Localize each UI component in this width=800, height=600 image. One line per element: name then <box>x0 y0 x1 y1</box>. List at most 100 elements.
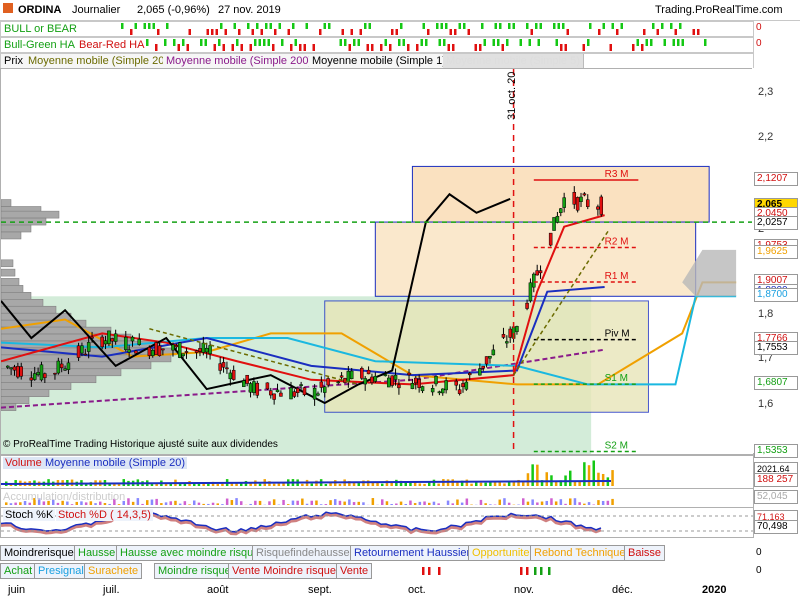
tab-ma5[interactable]: Moyenne mobile (Simple 5) <box>443 54 584 68</box>
signal-label[interactable]: Baisse <box>624 545 666 561</box>
ha-bar <box>555 39 558 46</box>
candle-body <box>454 380 458 386</box>
tab-ma200[interactable]: Moyenne mobile (Simple 200) <box>163 54 317 68</box>
signal-label[interactable]: Presignal <box>34 563 88 579</box>
signal-label[interactable]: Moindre risque <box>154 563 235 579</box>
accumulation-bar <box>564 503 567 505</box>
candle-body <box>397 384 401 389</box>
signal-label[interactable]: Vente <box>336 563 373 579</box>
accumulation-bar <box>9 503 13 505</box>
signal-mark <box>520 567 523 575</box>
signal-value: 0 <box>756 565 762 576</box>
accumulation-bar <box>536 502 539 505</box>
tab-price[interactable]: Prix <box>1 54 27 68</box>
candle-body <box>296 388 300 394</box>
accumulation-bar <box>352 502 356 505</box>
accumulation-bar <box>531 499 534 505</box>
volume-bar <box>324 483 328 486</box>
bull-bear-bar <box>454 29 457 35</box>
ha-bar <box>420 39 423 46</box>
bull-bear-bar <box>481 23 484 29</box>
candle-body <box>326 378 330 386</box>
bull-bear-bar <box>238 29 241 35</box>
accumulation-bar <box>146 500 149 505</box>
candle-body <box>103 340 108 345</box>
axis-value-label: 1,6807 <box>754 376 798 391</box>
candle-body <box>265 382 270 390</box>
candle-body <box>56 360 61 374</box>
signal-label[interactable]: Surachete <box>84 563 143 579</box>
tab-ma20[interactable]: Moyenne mobile (Simple 20) <box>25 54 173 68</box>
signal-label[interactable]: Vente Moindre risque <box>228 563 340 579</box>
candle-body <box>39 364 44 381</box>
accumulation-value: 52,045 <box>754 490 798 504</box>
signal-label[interactable]: Achat <box>0 563 37 579</box>
volume-bar <box>301 483 304 486</box>
price-chart[interactable]: R3 M R2 M R1 M Piv M S1 M S2 M <box>1 69 753 454</box>
stochastic-pane[interactable]: Stoch %K Stoch %D ( 14,3,5) <box>0 507 754 538</box>
ha-bar <box>281 39 284 46</box>
signal-label[interactable]: Opportunite <box>468 545 534 561</box>
signal-mark <box>428 567 431 575</box>
volume-pane[interactable]: Volume Moyenne mobile (Simple 20) <box>0 455 754 489</box>
ha-bear-label: Bear-Red HA <box>79 39 145 51</box>
signal-label[interactable]: Risquefindehausse <box>252 545 354 561</box>
ha-bar <box>299 44 302 51</box>
ha-bar <box>231 44 234 51</box>
signal-mark <box>540 567 543 575</box>
bull-bear-bar <box>463 23 466 29</box>
candle-body <box>86 342 91 352</box>
accumulation-bar <box>573 498 577 505</box>
volume-bar <box>536 464 539 486</box>
axis-tick: 1,6 <box>758 398 774 410</box>
ha-bar <box>213 44 216 51</box>
bull-bear-bar <box>305 23 308 29</box>
bull-bear-bar <box>697 29 700 35</box>
accumulation-bar <box>503 498 506 505</box>
accumulation-bar <box>479 499 483 505</box>
brand-link[interactable]: Trading.ProRealTime.com <box>655 4 783 16</box>
candle-body <box>322 386 327 393</box>
signal-label[interactable]: Moindrerisque <box>0 545 78 561</box>
signal-mark <box>422 567 425 575</box>
volume-profile-bar <box>1 278 20 286</box>
tab-ma1[interactable]: Moyenne mobile (Simple 1) <box>309 54 450 68</box>
signal-label[interactable]: Hausse avec moindre risque <box>116 545 264 561</box>
bull-bear-bar <box>260 29 263 35</box>
bull-bear-bar <box>265 23 268 29</box>
accumulation-bar <box>254 500 257 505</box>
volume-bar <box>611 470 614 486</box>
month-label: oct. <box>408 584 426 596</box>
bull-bear-bar <box>535 23 538 29</box>
volume-profile-bar <box>1 298 44 307</box>
bull-bear-bar <box>616 29 619 35</box>
candle-body <box>299 384 303 386</box>
accumulation-pane[interactable]: Accumulation/distribution <box>0 488 754 508</box>
signal-label[interactable]: Hausse <box>74 545 120 561</box>
ha-bar <box>182 39 185 46</box>
bull-bear-bar <box>436 23 439 29</box>
accumulation-bar <box>451 503 454 505</box>
volume-bar <box>329 483 332 486</box>
bull-bear-bar <box>422 23 425 29</box>
signal-label[interactable]: Rebond Technique <box>530 545 630 561</box>
accumulation-bar <box>428 502 431 505</box>
ha-bar <box>344 39 347 46</box>
pivot-label-r3: R3 M <box>605 169 629 180</box>
volume-bar <box>597 472 600 486</box>
signal-label[interactable]: Retournement Haussier <box>350 545 475 561</box>
accumulation-bar <box>150 499 154 505</box>
bull-bear-bar <box>494 23 497 29</box>
accumulation-bar <box>348 499 351 505</box>
bull-bear-bar <box>602 23 605 29</box>
price-pane[interactable]: R3 M R2 M R1 M Piv M S1 M S2 M <box>0 68 754 455</box>
accumulation-bar <box>160 503 163 505</box>
bull-bear-bar <box>328 23 331 29</box>
axis-value-label: 2,0257 <box>754 216 798 231</box>
axis-value-label: 1,7553 <box>754 341 798 356</box>
accumulation-bar <box>315 500 318 505</box>
bull-bear-bar <box>148 23 151 29</box>
bull-bear-bar <box>539 23 542 29</box>
accumulation-bar <box>216 503 219 505</box>
period[interactable]: Journalier <box>72 4 120 16</box>
